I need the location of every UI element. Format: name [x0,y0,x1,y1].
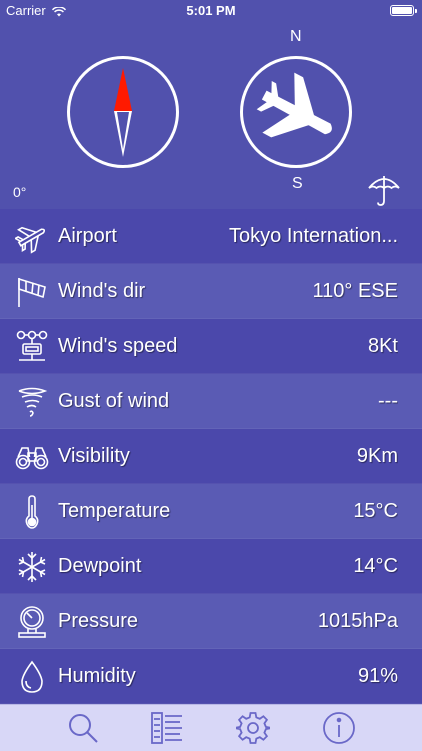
row-label: Visibility [58,445,130,467]
row-pressure[interactable]: Pressure 1015hPa [0,594,422,649]
wind-compass [67,56,179,168]
row-label: Pressure [58,610,139,632]
row-gust[interactable]: Gust of wind --- [0,374,422,429]
row-label: Airport [58,225,117,247]
row-value: 14°C [353,555,398,577]
row-label: Temperature [58,500,171,522]
status-bar: Carrier 5:01 PM [0,0,422,22]
row-wind-direction[interactable]: Wind's dir 110° ESE [0,264,422,319]
weather-list: Airport Tokyo Internation... Wind's dir … [0,209,422,704]
anemometer-icon [15,330,49,364]
south-label: S [292,175,303,192]
tab-info[interactable] [322,711,356,745]
compass-needle-icon [114,68,132,157]
tornado-icon [15,385,49,419]
row-label: Humidity [58,665,136,687]
info-icon [323,712,355,744]
row-value: 9Km [356,445,398,467]
barometer-icon [15,605,49,639]
row-value: 1015hPa [317,610,398,632]
droplet-icon [15,660,49,694]
row-label: Wind's speed [58,335,178,357]
tab-search[interactable] [66,711,100,745]
row-value: 15°C [353,500,398,522]
row-label: Dewpoint [58,555,142,577]
binoculars-icon [15,440,49,474]
row-label: Wind's dir [58,280,146,302]
row-value: 91% [357,665,398,687]
clock: 5:01 PM [186,3,236,18]
row-value: Tokyo Internation... [229,225,398,247]
snowflake-icon [15,550,49,584]
umbrella-icon [366,172,402,213]
north-label: N [290,28,302,45]
battery-icon [390,5,417,16]
row-wind-speed[interactable]: Wind's speed 8Kt [0,319,422,374]
heading-readout: 0° [13,184,27,200]
windsock-icon [15,275,49,309]
row-value: 8Kt [367,335,398,357]
row-airport[interactable]: Airport Tokyo Internation... [0,209,422,264]
row-value: --- [378,390,398,412]
compass-panel: N S 0° [0,22,422,208]
row-value: 110° ESE [312,280,398,302]
tab-settings[interactable] [235,711,271,745]
tab-list[interactable] [150,711,184,745]
tab-bar [0,704,422,751]
thermometer-icon [15,495,49,529]
row-label: Gust of wind [58,390,170,412]
heading-dial [240,56,352,168]
list-icon [151,712,182,744]
row-visibility[interactable]: Visibility 9Km [0,429,422,484]
airplane-icon [13,220,49,254]
row-dewpoint[interactable]: Dewpoint 14°C [0,539,422,594]
row-temperature[interactable]: Temperature 15°C [0,484,422,539]
row-humidity[interactable]: Humidity 91% [0,649,422,704]
airplane-icon [256,72,332,138]
gear-icon [235,712,271,744]
search-icon [69,714,98,743]
